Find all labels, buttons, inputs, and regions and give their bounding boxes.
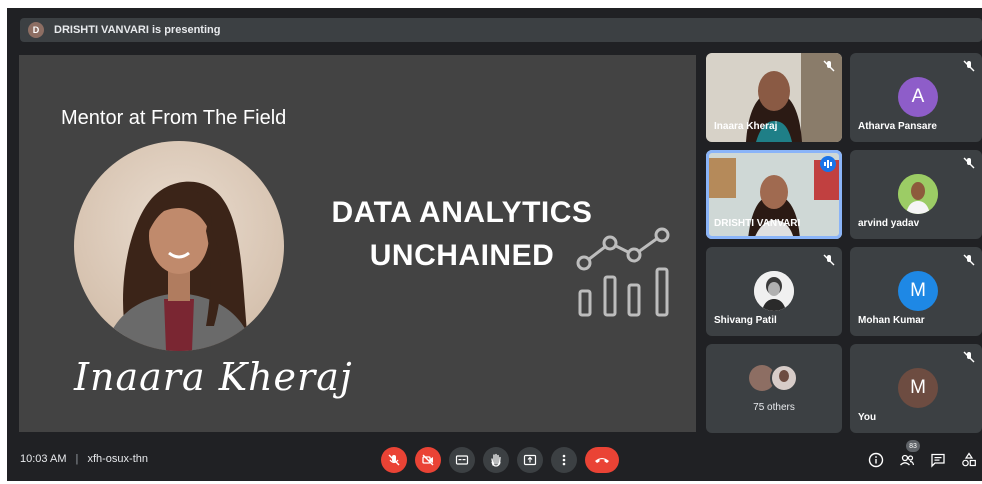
participant-tile-drishti[interactable]: DRISHTI VANVARI	[706, 150, 842, 239]
present-button[interactable]	[517, 447, 543, 473]
slide-mentor-text: Mentor at From The Field	[61, 107, 287, 129]
line-bar-chart-icon	[576, 227, 670, 317]
participant-name: Inaara Kheraj	[714, 121, 778, 132]
activities-icon	[962, 452, 976, 467]
participant-name: DRISHTI VANVARI	[714, 218, 801, 229]
meeting-details-button[interactable]	[867, 451, 885, 469]
participant-name: Shivang Patil	[714, 315, 777, 326]
participant-tile-mohan[interactable]: M Mohan Kumar	[850, 247, 982, 336]
others-count: 75 others	[753, 402, 795, 413]
muted-mic-icon	[822, 253, 836, 267]
participant-name: You	[858, 412, 877, 423]
chat-button[interactable]	[929, 451, 947, 469]
participant-tile-shivang[interactable]: Shivang Patil	[706, 247, 842, 336]
muted-mic-icon	[962, 59, 976, 73]
meeting-info: 10:03 AM | xfh-osux-thn	[20, 453, 148, 465]
slide-signature: Inaara Kheraj	[74, 355, 353, 399]
participant-tile-atharva[interactable]: A Atharva Pansare	[850, 53, 982, 142]
meeting-code: xfh-osux-thn	[87, 453, 148, 465]
participant-photo	[754, 271, 794, 311]
participant-count-badge: 83	[906, 440, 920, 452]
muted-mic-icon	[962, 350, 976, 364]
mic-off-icon	[388, 454, 400, 466]
participant-avatar: M	[898, 271, 938, 311]
captions-button[interactable]	[449, 447, 475, 473]
participant-photo	[898, 174, 938, 214]
participant-avatar: A	[898, 77, 938, 117]
people-icon	[900, 454, 915, 466]
participant-name: Mohan Kumar	[858, 315, 925, 326]
meet-window: D DRISHTI VANVARI is presenting Mentor a…	[7, 8, 982, 481]
participant-tile-you[interactable]: M You	[850, 344, 982, 433]
raise-hand-icon	[491, 453, 501, 467]
participant-tile-inaara[interactable]: Inaara Kheraj	[706, 53, 842, 142]
camera-off-icon	[422, 454, 434, 466]
camera-toggle-button[interactable]	[415, 447, 441, 473]
participant-tile-arvind[interactable]: arvind yadav	[850, 150, 982, 239]
info-icon	[868, 452, 884, 468]
headline-line-2: UNCHAINED	[369, 239, 555, 272]
end-call-icon	[595, 458, 609, 463]
presenting-text: DRISHTI VANVARI is presenting	[54, 24, 221, 36]
chat-icon	[931, 453, 945, 468]
leave-call-button[interactable]	[585, 447, 619, 473]
presenting-banner[interactable]: D DRISHTI VANVARI is presenting	[20, 18, 982, 42]
activities-button[interactable]	[960, 451, 978, 469]
info-separator: |	[75, 453, 79, 465]
presenter-avatar: D	[28, 22, 44, 38]
clock-time: 10:03 AM	[20, 453, 67, 465]
participant-name: Atharva Pansare	[858, 121, 937, 132]
mentor-photo	[74, 141, 284, 351]
participant-avatar: M	[898, 368, 938, 408]
participant-tile-others[interactable]: 75 others	[706, 344, 842, 433]
muted-mic-icon	[962, 156, 976, 170]
more-options-button[interactable]	[551, 447, 577, 473]
mic-toggle-button[interactable]	[381, 447, 407, 473]
presentation-slide: Mentor at From The Field DATA ANALYTICS …	[19, 55, 696, 432]
slide-headline: DATA ANALYTICS UNCHAINED	[312, 191, 612, 277]
more-vert-icon	[562, 454, 566, 466]
raise-hand-button[interactable]	[483, 447, 509, 473]
muted-mic-icon	[822, 59, 836, 73]
headline-line-1: DATA ANALYTICS	[331, 196, 593, 229]
participant-name: arvind yadav	[858, 218, 920, 229]
people-button[interactable]	[898, 451, 916, 469]
present-icon	[523, 454, 537, 466]
control-bar: 10:03 AM | xfh-osux-thn 83	[7, 440, 982, 481]
others-avatars	[749, 364, 798, 392]
speaking-indicator-icon	[820, 156, 836, 172]
captions-icon	[455, 455, 469, 465]
muted-mic-icon	[962, 253, 976, 267]
